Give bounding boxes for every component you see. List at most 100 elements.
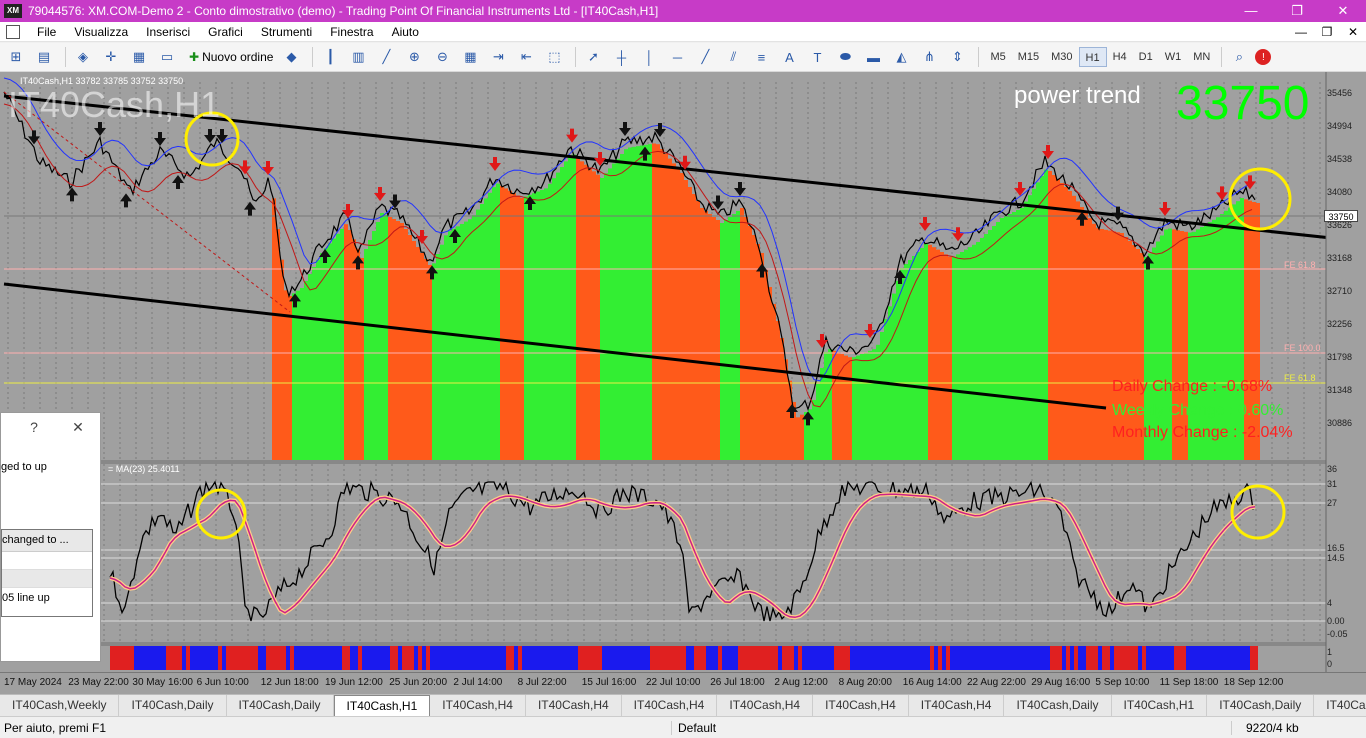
histogram-bar bbox=[352, 239, 356, 460]
dialog-alert-list[interactable]: changed to ... 05 line up bbox=[1, 529, 93, 617]
search-icon[interactable]: ⌕ bbox=[1227, 46, 1251, 68]
new-chart-icon[interactable]: ⊞ bbox=[4, 46, 28, 68]
zoom-out-icon[interactable]: ⊖ bbox=[430, 46, 454, 68]
rectangle-icon[interactable]: ▬ bbox=[861, 46, 885, 68]
chart-tab[interactable]: IT40Cash,Daily bbox=[1004, 695, 1112, 716]
histogram-bar bbox=[860, 354, 864, 460]
signal-bar bbox=[150, 646, 154, 670]
signal-bar bbox=[1198, 646, 1202, 670]
chart-tab[interactable]: IT40Cash,H4 bbox=[813, 695, 909, 716]
signal-bar bbox=[410, 646, 414, 670]
pitchfork-icon[interactable]: ⋔ bbox=[917, 46, 941, 68]
child-minimize-button[interactable]: — bbox=[1288, 25, 1314, 39]
dialog-list-item[interactable] bbox=[2, 552, 92, 570]
dialog-close-button[interactable]: ✕ bbox=[56, 419, 100, 436]
line-chart-icon[interactable]: ╱ bbox=[374, 46, 398, 68]
child-restore-button[interactable]: ❐ bbox=[1314, 25, 1340, 39]
histogram-bar bbox=[480, 204, 484, 460]
chart-tab[interactable]: IT40Cash,Daily bbox=[1314, 695, 1366, 716]
dialog-list-item[interactable]: changed to ... bbox=[2, 530, 92, 552]
vertical-line-icon[interactable]: │ bbox=[637, 46, 661, 68]
chart-tab[interactable]: IT40Cash,H4 bbox=[909, 695, 1005, 716]
chart-tab[interactable]: IT40Cash,H4 bbox=[526, 695, 622, 716]
signal-bar bbox=[1066, 646, 1070, 670]
triangle-icon[interactable]: ◭ bbox=[889, 46, 913, 68]
menu-help[interactable]: Aiuto bbox=[383, 25, 428, 39]
ellipse-icon[interactable]: ⬬ bbox=[833, 46, 857, 68]
chart-tab[interactable]: IT40Cash,H4 bbox=[430, 695, 526, 716]
fibonacci-icon[interactable]: ≡ bbox=[749, 46, 773, 68]
price-chart-canvas[interactable] bbox=[0, 72, 1366, 672]
market-watch-icon[interactable]: ◈ bbox=[71, 46, 95, 68]
cursor-icon[interactable]: ➚ bbox=[581, 46, 605, 68]
signal-bar bbox=[246, 646, 250, 670]
autoscroll-icon[interactable]: ⇥ bbox=[486, 46, 510, 68]
chart-tab[interactable]: IT40Cash,H4 bbox=[717, 695, 814, 716]
terminal-icon[interactable]: ▭ bbox=[155, 46, 179, 68]
chart-tab[interactable]: IT40Cash,Daily bbox=[1207, 695, 1315, 716]
timeframe-h4[interactable]: H4 bbox=[1107, 47, 1133, 67]
timeframe-h1[interactable]: H1 bbox=[1078, 47, 1107, 67]
signal-bar bbox=[1154, 646, 1158, 670]
dialog-list-item[interactable]: 05 line up bbox=[2, 588, 92, 604]
chart-tab[interactable]: IT40Cash,Daily bbox=[119, 695, 227, 716]
timeframe-d1[interactable]: D1 bbox=[1133, 47, 1159, 67]
timeframe-m15[interactable]: M15 bbox=[1012, 47, 1045, 67]
signal-bar bbox=[394, 646, 398, 670]
candlestick-icon[interactable]: ▥ bbox=[346, 46, 370, 68]
signal-bar bbox=[474, 646, 478, 670]
menu-charts[interactable]: Grafici bbox=[199, 25, 252, 39]
autotrading-icon[interactable]: ◆ bbox=[279, 46, 303, 68]
zoom-in-icon[interactable]: ⊕ bbox=[402, 46, 426, 68]
label-icon[interactable]: T bbox=[805, 46, 829, 68]
chart-tab[interactable]: IT40Cash,Weekly bbox=[0, 695, 120, 716]
menu-insert[interactable]: Inserisci bbox=[137, 25, 199, 39]
crosshair-icon[interactable]: ┼ bbox=[609, 46, 633, 68]
new-order-button[interactable]: ✚ Nuovo ordine bbox=[183, 46, 279, 68]
child-close-button[interactable]: ✕ bbox=[1340, 25, 1366, 39]
dialog-help-button[interactable]: ? bbox=[12, 419, 56, 435]
status-profile[interactable]: Default bbox=[672, 720, 1232, 735]
timeframe-m30[interactable]: M30 bbox=[1045, 47, 1078, 67]
text-icon[interactable]: A bbox=[777, 46, 801, 68]
alert-dialog[interactable]: ? ✕ ged to up changed to ... 05 line up bbox=[0, 412, 101, 662]
navigator-icon[interactable]: ✛ bbox=[99, 46, 123, 68]
profiles-icon[interactable]: ▤ bbox=[32, 46, 56, 68]
close-button[interactable]: ✕ bbox=[1320, 0, 1366, 22]
bar-chart-icon[interactable]: ┃ bbox=[318, 46, 342, 68]
timeframe-mn[interactable]: MN bbox=[1187, 47, 1216, 67]
chart-tab[interactable]: IT40Cash,H1 bbox=[1112, 695, 1208, 716]
menu-view[interactable]: Visualizza bbox=[65, 25, 137, 39]
histogram-bar bbox=[692, 194, 696, 460]
histogram-bar bbox=[372, 231, 376, 460]
indicators-icon[interactable]: ⬚ bbox=[542, 46, 566, 68]
histogram-bar bbox=[1072, 195, 1076, 461]
notification-icon[interactable]: ! bbox=[1255, 49, 1272, 65]
signal-bar bbox=[1238, 646, 1242, 670]
signal-bar bbox=[1118, 646, 1122, 670]
signal-bar bbox=[250, 646, 254, 670]
horizontal-line-icon[interactable]: ─ bbox=[665, 46, 689, 68]
data-window-icon[interactable]: ▦ bbox=[127, 46, 151, 68]
menu-window[interactable]: Finestra bbox=[321, 25, 382, 39]
chart-window[interactable]: IT40Cash,H1 33782 33785 33752 33750 IT40… bbox=[0, 72, 1366, 694]
chart-tab[interactable]: IT40Cash,H1 bbox=[333, 695, 431, 716]
tile-icon[interactable]: ▦ bbox=[458, 46, 482, 68]
arrows-icon[interactable]: ⇕ bbox=[945, 46, 969, 68]
chart-shift-icon[interactable]: ⇤ bbox=[514, 46, 538, 68]
histogram-bar bbox=[548, 183, 552, 461]
histogram-bar bbox=[476, 209, 480, 460]
timeframe-m5[interactable]: M5 bbox=[984, 47, 1011, 67]
restore-button[interactable]: ❐ bbox=[1274, 0, 1320, 22]
timeframe-w1[interactable]: W1 bbox=[1159, 47, 1188, 67]
minimize-button[interactable]: — bbox=[1228, 0, 1274, 22]
histogram-bar bbox=[616, 158, 620, 461]
chart-tab[interactable]: IT40Cash,H4 bbox=[622, 695, 718, 716]
dialog-list-item[interactable] bbox=[2, 570, 92, 588]
chart-tab[interactable]: IT40Cash,Daily bbox=[227, 695, 334, 716]
menu-tools[interactable]: Strumenti bbox=[252, 25, 321, 39]
menu-file[interactable]: File bbox=[28, 25, 65, 39]
channel-icon[interactable]: ⫽ bbox=[721, 46, 745, 68]
histogram-bar bbox=[508, 190, 512, 461]
trendline-icon[interactable]: ╱ bbox=[693, 46, 717, 68]
